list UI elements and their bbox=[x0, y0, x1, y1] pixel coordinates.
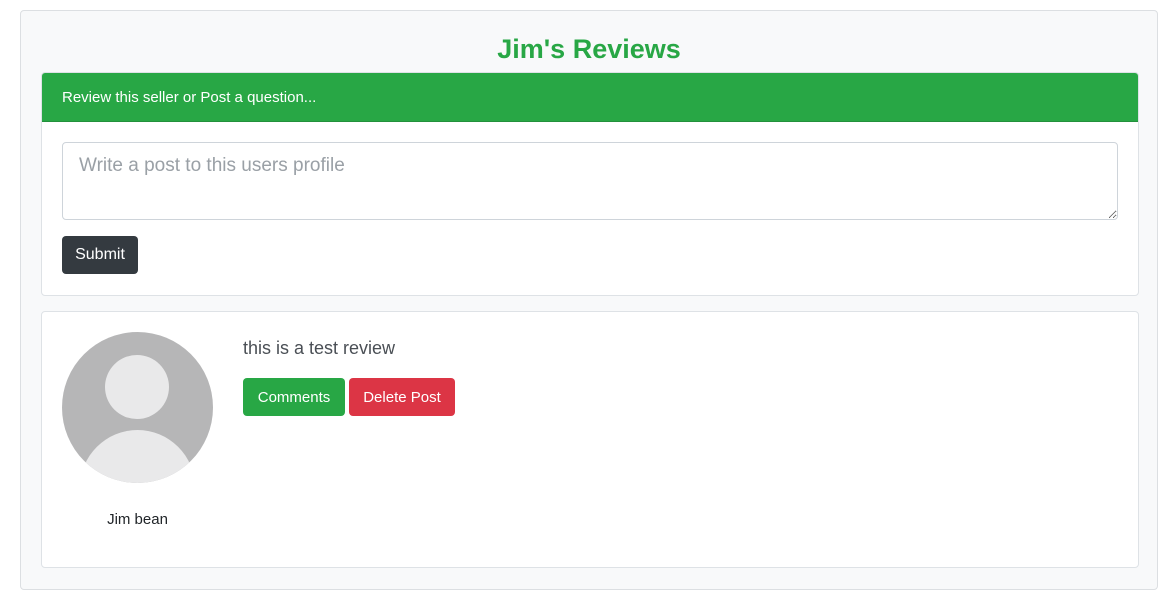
delete-post-button[interactable]: Delete Post bbox=[349, 378, 455, 416]
post-form-card: Review this seller or Post a question...… bbox=[41, 72, 1139, 296]
post-form-header: Review this seller or Post a question... bbox=[42, 73, 1138, 122]
avatar-icon bbox=[62, 332, 213, 483]
review-text: this is a test review bbox=[243, 338, 396, 358]
page-title: Jim's Reviews bbox=[497, 34, 681, 64]
reviews-container: Jim's Reviews Review this seller or Post… bbox=[20, 10, 1158, 590]
post-textarea[interactable] bbox=[62, 142, 1118, 220]
submit-button[interactable]: Submit bbox=[62, 236, 138, 274]
avatar-head-shape bbox=[105, 355, 169, 419]
avatar-body-shape bbox=[80, 430, 195, 483]
comments-button[interactable]: Comments bbox=[243, 378, 345, 416]
review-card: Jim bean this is a test review Comments … bbox=[41, 311, 1139, 568]
review-author: Jim bean bbox=[107, 511, 168, 528]
